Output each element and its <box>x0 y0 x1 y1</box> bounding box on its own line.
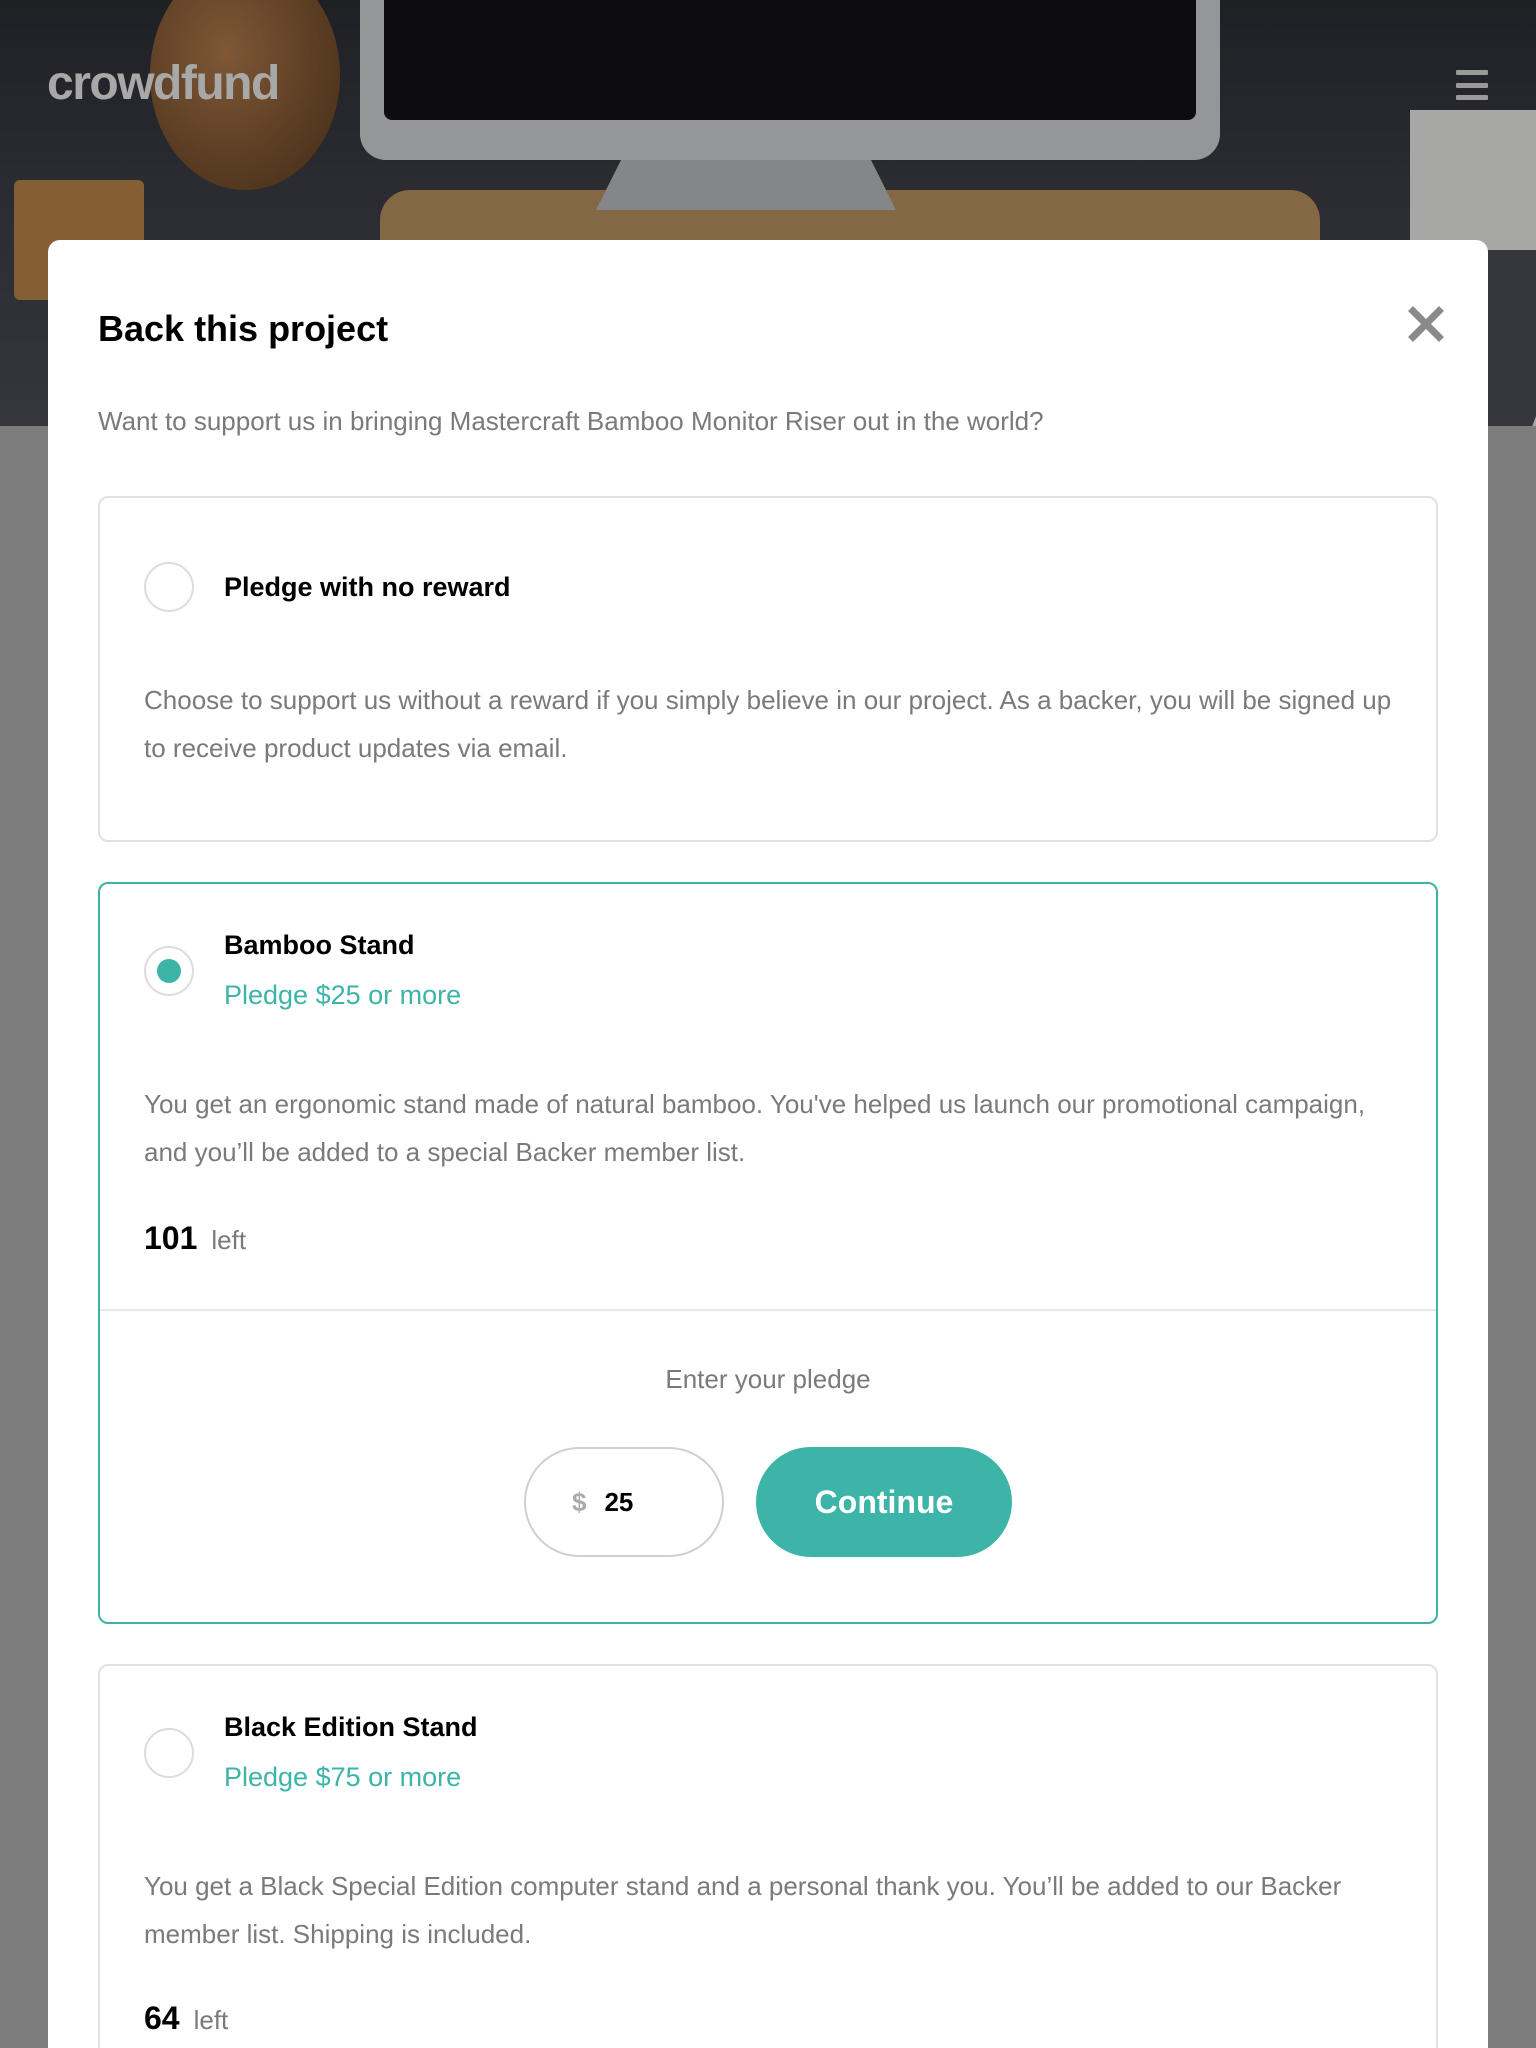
reward-card-black-edition[interactable]: Black Edition Stand Pledge $75 or more Y… <box>98 1664 1438 2048</box>
close-icon[interactable] <box>1408 306 1444 342</box>
reward-stock: 101 left <box>144 1220 246 1257</box>
modal-title: Back this project <box>98 308 389 349</box>
stock-label: left <box>211 1225 247 1255</box>
continue-button[interactable]: Continue <box>756 1447 1012 1557</box>
reward-price: Pledge $75 or more <box>224 1762 462 1792</box>
stock-count: 101 <box>144 1220 198 1256</box>
hamburger-menu-icon[interactable] <box>1456 70 1488 100</box>
modal-subtitle: Want to support us in bringing Mastercra… <box>98 406 1044 436</box>
radio-bamboo-stand[interactable] <box>144 946 194 996</box>
reward-card-no-reward[interactable]: Pledge with no reward Choose to support … <box>98 496 1438 842</box>
reward-description: You get an ergonomic stand made of natur… <box>144 1089 1366 1167</box>
reward-title: Bamboo Stand <box>224 930 415 960</box>
reward-title: Pledge with no reward <box>224 572 511 602</box>
reward-price: Pledge $25 or more <box>224 980 462 1010</box>
reward-description: You get a Black Special Edition computer… <box>144 1871 1342 1949</box>
pledge-entry-section: Enter your pledge $ 25 Continue <box>100 1309 1436 1620</box>
currency-symbol: $ <box>572 1486 587 1517</box>
back-project-modal: Back this project Want to support us in … <box>48 240 1488 2048</box>
pledge-label: Enter your pledge <box>665 1364 871 1394</box>
stock-count: 64 <box>144 2000 180 2036</box>
reward-stock: 64 left <box>144 2000 228 2037</box>
reward-title: Black Edition Stand <box>224 1712 478 1742</box>
reward-card-bamboo-stand[interactable]: Bamboo Stand Pledge $25 or more You get … <box>98 882 1438 1624</box>
radio-black-edition[interactable] <box>144 1728 194 1778</box>
radio-no-reward[interactable] <box>144 562 194 612</box>
site-logo[interactable]: crowdfund <box>47 56 280 111</box>
pledge-amount-input[interactable]: $ 25 <box>524 1447 724 1557</box>
reward-description: Choose to support us without a reward if… <box>144 685 1392 763</box>
pledge-amount-value[interactable]: 25 <box>604 1487 633 1518</box>
stock-label: left <box>193 2005 229 2035</box>
